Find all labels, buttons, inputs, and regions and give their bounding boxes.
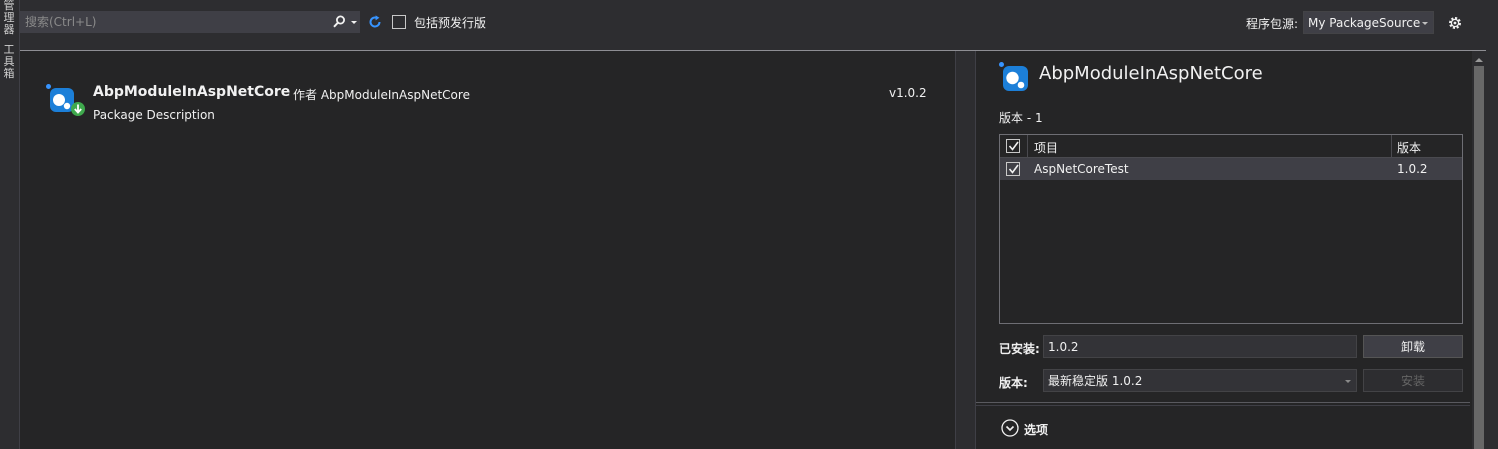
grid-header: 项目 版本 — [1000, 135, 1462, 158]
project-name: AspNetCoreTest — [1034, 162, 1129, 176]
package-source-value: My PackageSource — [1308, 16, 1421, 30]
separator — [976, 405, 1470, 406]
window-edge — [1486, 0, 1498, 449]
prerelease-label: 包括预发行版 — [414, 16, 487, 30]
options-label[interactable]: 选项 — [1024, 421, 1048, 438]
details-title: AbpModuleInAspNetCore — [1039, 63, 1263, 84]
installed-label: 已安装: — [999, 342, 1040, 356]
version-count-label: 版本 - 1 — [999, 111, 1043, 125]
package-list-item[interactable]: AbpModuleInAspNetCore 作者 AbpModuleInAspN… — [20, 71, 955, 131]
package-list: AbpModuleInAspNetCore 作者 AbpModuleInAspN… — [20, 51, 955, 449]
prerelease-checkbox[interactable] — [392, 15, 406, 29]
version-column-header[interactable]: 版本 — [1397, 139, 1421, 156]
package-source-select[interactable]: My PackageSource — [1303, 11, 1434, 34]
version-label: 版本: — [999, 376, 1028, 390]
table-row[interactable]: AspNetCoreTest 1.0.2 — [1000, 158, 1462, 180]
refresh-icon[interactable] — [367, 14, 383, 30]
installed-version-field: 1.0.2 — [1043, 335, 1357, 358]
version-select-value: 最新稳定版 1.0.2 — [1048, 374, 1143, 388]
package-author: 作者 AbpModuleInAspNetCore — [293, 88, 470, 102]
package-list-scrollbar[interactable] — [955, 51, 974, 449]
search-icon[interactable] — [331, 14, 347, 30]
chevron-down-icon — [1420, 12, 1430, 34]
package-source-label: 程序包源: — [1246, 17, 1299, 31]
version-select[interactable]: 最新稳定版 1.0.2 — [1043, 369, 1357, 392]
package-version: v1.0.2 — [889, 86, 927, 100]
project-checkbox[interactable] — [1006, 162, 1020, 176]
separator — [976, 402, 1470, 403]
package-description: Package Description — [93, 108, 215, 122]
search-box[interactable] — [20, 11, 360, 33]
expand-options-icon[interactable] — [1001, 419, 1019, 437]
scroll-up-icon[interactable] — [1474, 54, 1484, 64]
project-version: 1.0.2 — [1397, 162, 1428, 176]
side-tab-manager[interactable]: 管理器 — [1, 0, 17, 36]
side-tab-toolbox[interactable]: 工具箱 — [1, 44, 17, 80]
details-package-icon — [998, 61, 1030, 93]
install-button[interactable]: 安装 — [1363, 369, 1463, 392]
uninstall-button[interactable]: 卸载 — [1363, 335, 1463, 358]
installed-version-value: 1.0.2 — [1048, 340, 1079, 354]
side-tab-strip: 管理器 工具箱 — [0, 0, 20, 449]
search-input[interactable] — [25, 12, 305, 32]
chevron-down-icon — [1343, 370, 1353, 392]
project-column-header[interactable]: 项目 — [1034, 139, 1058, 156]
select-all-checkbox[interactable] — [1006, 139, 1020, 153]
package-name: AbpModuleInAspNetCore — [93, 84, 291, 100]
search-dropdown-icon[interactable] — [349, 14, 359, 30]
project-grid: 项目 版本 AspNetCoreTest 1.0.2 — [999, 134, 1463, 324]
details-scrollbar-thumb[interactable] — [1474, 66, 1484, 449]
package-icon — [45, 83, 87, 119]
settings-gear-icon[interactable] — [1447, 15, 1463, 31]
